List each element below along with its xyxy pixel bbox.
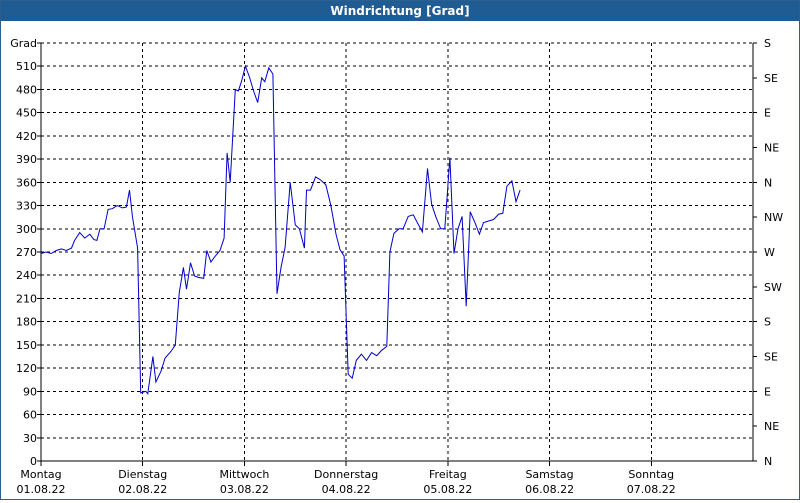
axes bbox=[37, 42, 757, 466]
y-tick-label: 480 bbox=[16, 83, 37, 96]
y-tick-label: 240 bbox=[16, 269, 37, 282]
x-tick-day: Montag bbox=[20, 468, 61, 481]
y-tick-label: 60 bbox=[23, 409, 37, 422]
y-tick-label: 330 bbox=[16, 200, 37, 213]
x-tick-day: Freitag bbox=[429, 468, 467, 481]
x-tick-day: Sonntag bbox=[628, 468, 674, 481]
chart-title: Windrichtung [Grad] bbox=[1, 1, 799, 21]
x-tick-date: 06.08.22 bbox=[525, 483, 574, 496]
y-tick-label: 150 bbox=[16, 339, 37, 352]
right-tick-label: SE bbox=[764, 72, 778, 85]
axis-labels: 0 30 60 90 120 150 180 210 240 270 300 330 360 390 420… bbox=[10, 37, 783, 496]
right-tick-label: SW bbox=[764, 281, 782, 294]
right-tick-label: NE bbox=[764, 142, 779, 155]
y-tick-label: 30 bbox=[23, 432, 37, 445]
y-tick-label: 180 bbox=[16, 316, 37, 329]
x-tick-date: 05.08.22 bbox=[423, 483, 472, 496]
wind-direction-chart: 0 30 60 90 120 150 180 210 240 270 300 330 360 390 420… bbox=[10, 37, 783, 496]
x-tick-day: Dienstag bbox=[118, 468, 167, 481]
right-tick-label: NE bbox=[764, 420, 779, 433]
x-tick-day: Donnerstag bbox=[314, 468, 378, 481]
right-tick-label: S bbox=[764, 37, 771, 50]
right-tick-label: N bbox=[764, 455, 772, 468]
right-tick-label: NW bbox=[764, 211, 783, 224]
x-tick-date: 04.08.22 bbox=[322, 483, 371, 496]
y-tick-label: 360 bbox=[16, 176, 37, 189]
y-tick-label: 90 bbox=[23, 385, 37, 398]
right-tick-label: N bbox=[764, 176, 772, 189]
y-tick-label: 510 bbox=[16, 60, 37, 73]
y-tick-label: 390 bbox=[16, 153, 37, 166]
y-tick-label: Grad bbox=[10, 37, 37, 50]
right-tick-label: W bbox=[764, 246, 775, 259]
x-tick-day: Samstag bbox=[525, 468, 573, 481]
y-tick-label: 210 bbox=[16, 292, 37, 305]
x-tick-date: 07.08.22 bbox=[627, 483, 676, 496]
x-tick-date: 02.08.22 bbox=[118, 483, 167, 496]
chart-window: Windrichtung [Grad] 0 30 60 90 120 150 180 210 2… bbox=[0, 0, 800, 500]
x-tick-date: 01.08.22 bbox=[17, 483, 66, 496]
y-tick-label: 0 bbox=[30, 455, 37, 468]
right-tick-label: E bbox=[764, 107, 771, 120]
y-tick-label: 300 bbox=[16, 223, 37, 236]
grid bbox=[41, 42, 753, 461]
x-tick-date: 03.08.22 bbox=[220, 483, 269, 496]
right-tick-label: S bbox=[764, 316, 771, 329]
y-tick-label: 450 bbox=[16, 107, 37, 120]
right-tick-label: SE bbox=[764, 351, 778, 364]
y-tick-label: 420 bbox=[16, 130, 37, 143]
x-tick-day: Mittwoch bbox=[219, 468, 269, 481]
y-tick-label: 270 bbox=[16, 246, 37, 259]
right-tick-label: E bbox=[764, 385, 771, 398]
y-tick-label: 120 bbox=[16, 362, 37, 375]
